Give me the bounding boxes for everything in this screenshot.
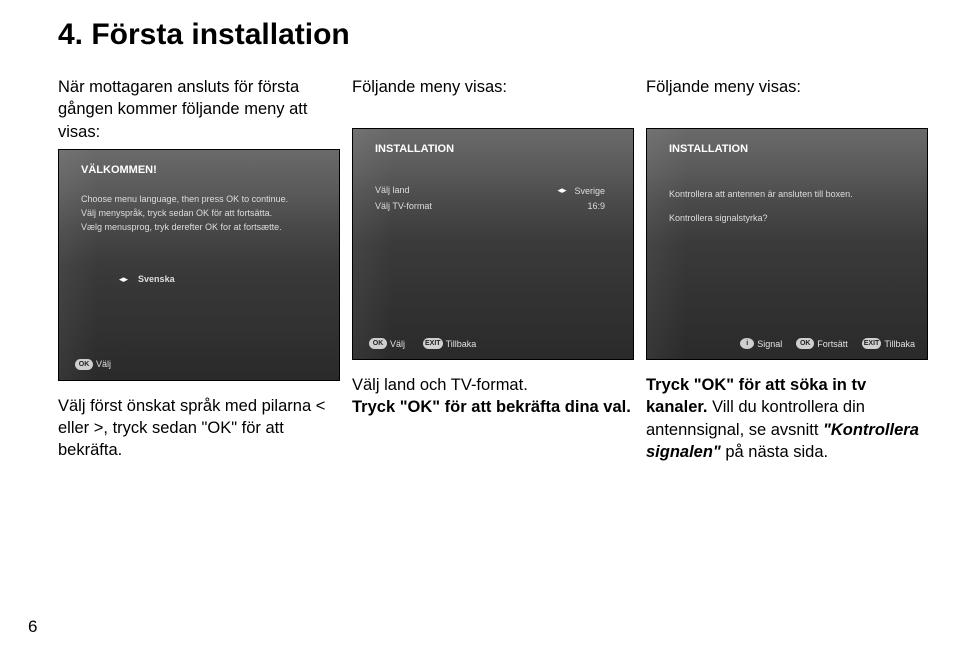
tv-menu-row: Välj TV-format 16:9: [375, 201, 619, 211]
ok-chip-icon: OK: [75, 359, 93, 370]
column-2: Följande meny visas: INSTALLATION Välj l…: [352, 76, 632, 463]
tv-footer-buttons: OK Välj EXIT Tillbaka: [369, 338, 476, 349]
left-right-arrows-icon: ◂▸: [119, 274, 128, 285]
tv-screen-title: INSTALLATION: [669, 143, 748, 155]
exit-chip-label: Tillbaka: [884, 339, 915, 349]
ok-chip-label: Fortsätt: [817, 339, 848, 349]
menu-row-label: Välj land: [375, 185, 410, 196]
menu-row-value: Sverige: [574, 186, 605, 196]
caption-text-4: på nästa sida.: [725, 443, 828, 461]
menu-row-value: 16:9: [587, 201, 605, 211]
left-right-arrows-icon: ◂▸: [557, 185, 566, 196]
tv-instruction-line: Choose menu language, then press OK to c…: [81, 194, 325, 204]
exit-chip-label: Tillbaka: [446, 339, 477, 349]
ok-chip-icon: OK: [796, 338, 814, 349]
exit-chip-icon: EXIT: [423, 338, 443, 349]
info-button-hint: i Signal: [740, 338, 782, 349]
column-3: Följande meny visas: INSTALLATION Kontro…: [646, 76, 926, 463]
column-lead: Följande meny visas:: [646, 76, 926, 122]
exit-chip-icon: EXIT: [862, 338, 882, 349]
caption-line-1: Välj land och TV-format.: [352, 376, 528, 394]
column-caption: Välj land och TV-format. Tryck "OK" för …: [352, 374, 632, 419]
ok-button-hint: OK Välj: [369, 338, 405, 349]
ok-chip-icon: OK: [369, 338, 387, 349]
caption-line-2-bold: Tryck "OK" för att bekräfta dina val.: [352, 398, 631, 416]
screenshot-welcome: VÄLKOMMEN! Choose menu language, then pr…: [58, 149, 340, 381]
document-page: 4. Första installation När mottagaren an…: [0, 0, 959, 651]
column-lead: Följande meny visas:: [352, 76, 632, 122]
ok-chip-label: Välj: [96, 359, 111, 369]
selected-language: Svenska: [138, 274, 175, 284]
exit-button-hint: EXIT Tillbaka: [423, 338, 476, 349]
menu-row-label: Välj TV-format: [375, 201, 432, 211]
ok-chip-label: Välj: [390, 339, 405, 349]
column-1: När mottagaren ansluts för första gången…: [58, 76, 338, 463]
ok-button-hint: OK Fortsätt: [796, 338, 848, 349]
screenshot-installation-1: INSTALLATION Välj land ◂▸ Sverige Välj T…: [352, 128, 634, 360]
tv-screen-title: INSTALLATION: [375, 143, 454, 155]
tv-footer-buttons: OK Välj: [75, 359, 111, 370]
column-row: När mottagaren ansluts för första gången…: [58, 76, 911, 463]
column-caption: Tryck "OK" för att söka in tv kanaler. V…: [646, 374, 926, 463]
tv-instruction-line: Välj menyspråk, tryck sedan OK för att f…: [81, 208, 325, 218]
ok-button-hint: OK Välj: [75, 359, 111, 370]
info-chip-icon: i: [740, 338, 754, 349]
language-selector: ◂▸ Svenska: [119, 274, 325, 285]
screenshot-installation-2: INSTALLATION Kontrollera att antennen är…: [646, 128, 928, 360]
column-caption: Välj först önskat språk med pilarna < el…: [58, 395, 338, 462]
column-lead: När mottagaren ansluts för första gången…: [58, 76, 338, 143]
tv-screen-title: VÄLKOMMEN!: [81, 164, 157, 176]
tv-footer-buttons: i Signal OK Fortsätt EXIT Tillbaka: [740, 338, 915, 349]
page-number: 6: [28, 617, 37, 637]
info-chip-label: Signal: [757, 339, 782, 349]
tv-menu-row: Välj land ◂▸ Sverige: [375, 185, 619, 196]
tv-instruction-line: Kontrollera att antennen är ansluten til…: [669, 189, 913, 199]
tv-instruction-line: Vælg menusprog, tryk derefter OK for at …: [81, 222, 325, 232]
tv-instruction-line: Kontrollera signalstyrka?: [669, 213, 913, 223]
caption-text: Välj först önskat språk med pilarna < el…: [58, 397, 325, 460]
exit-button-hint: EXIT Tillbaka: [862, 338, 915, 349]
section-heading: 4. Första installation: [58, 18, 911, 52]
